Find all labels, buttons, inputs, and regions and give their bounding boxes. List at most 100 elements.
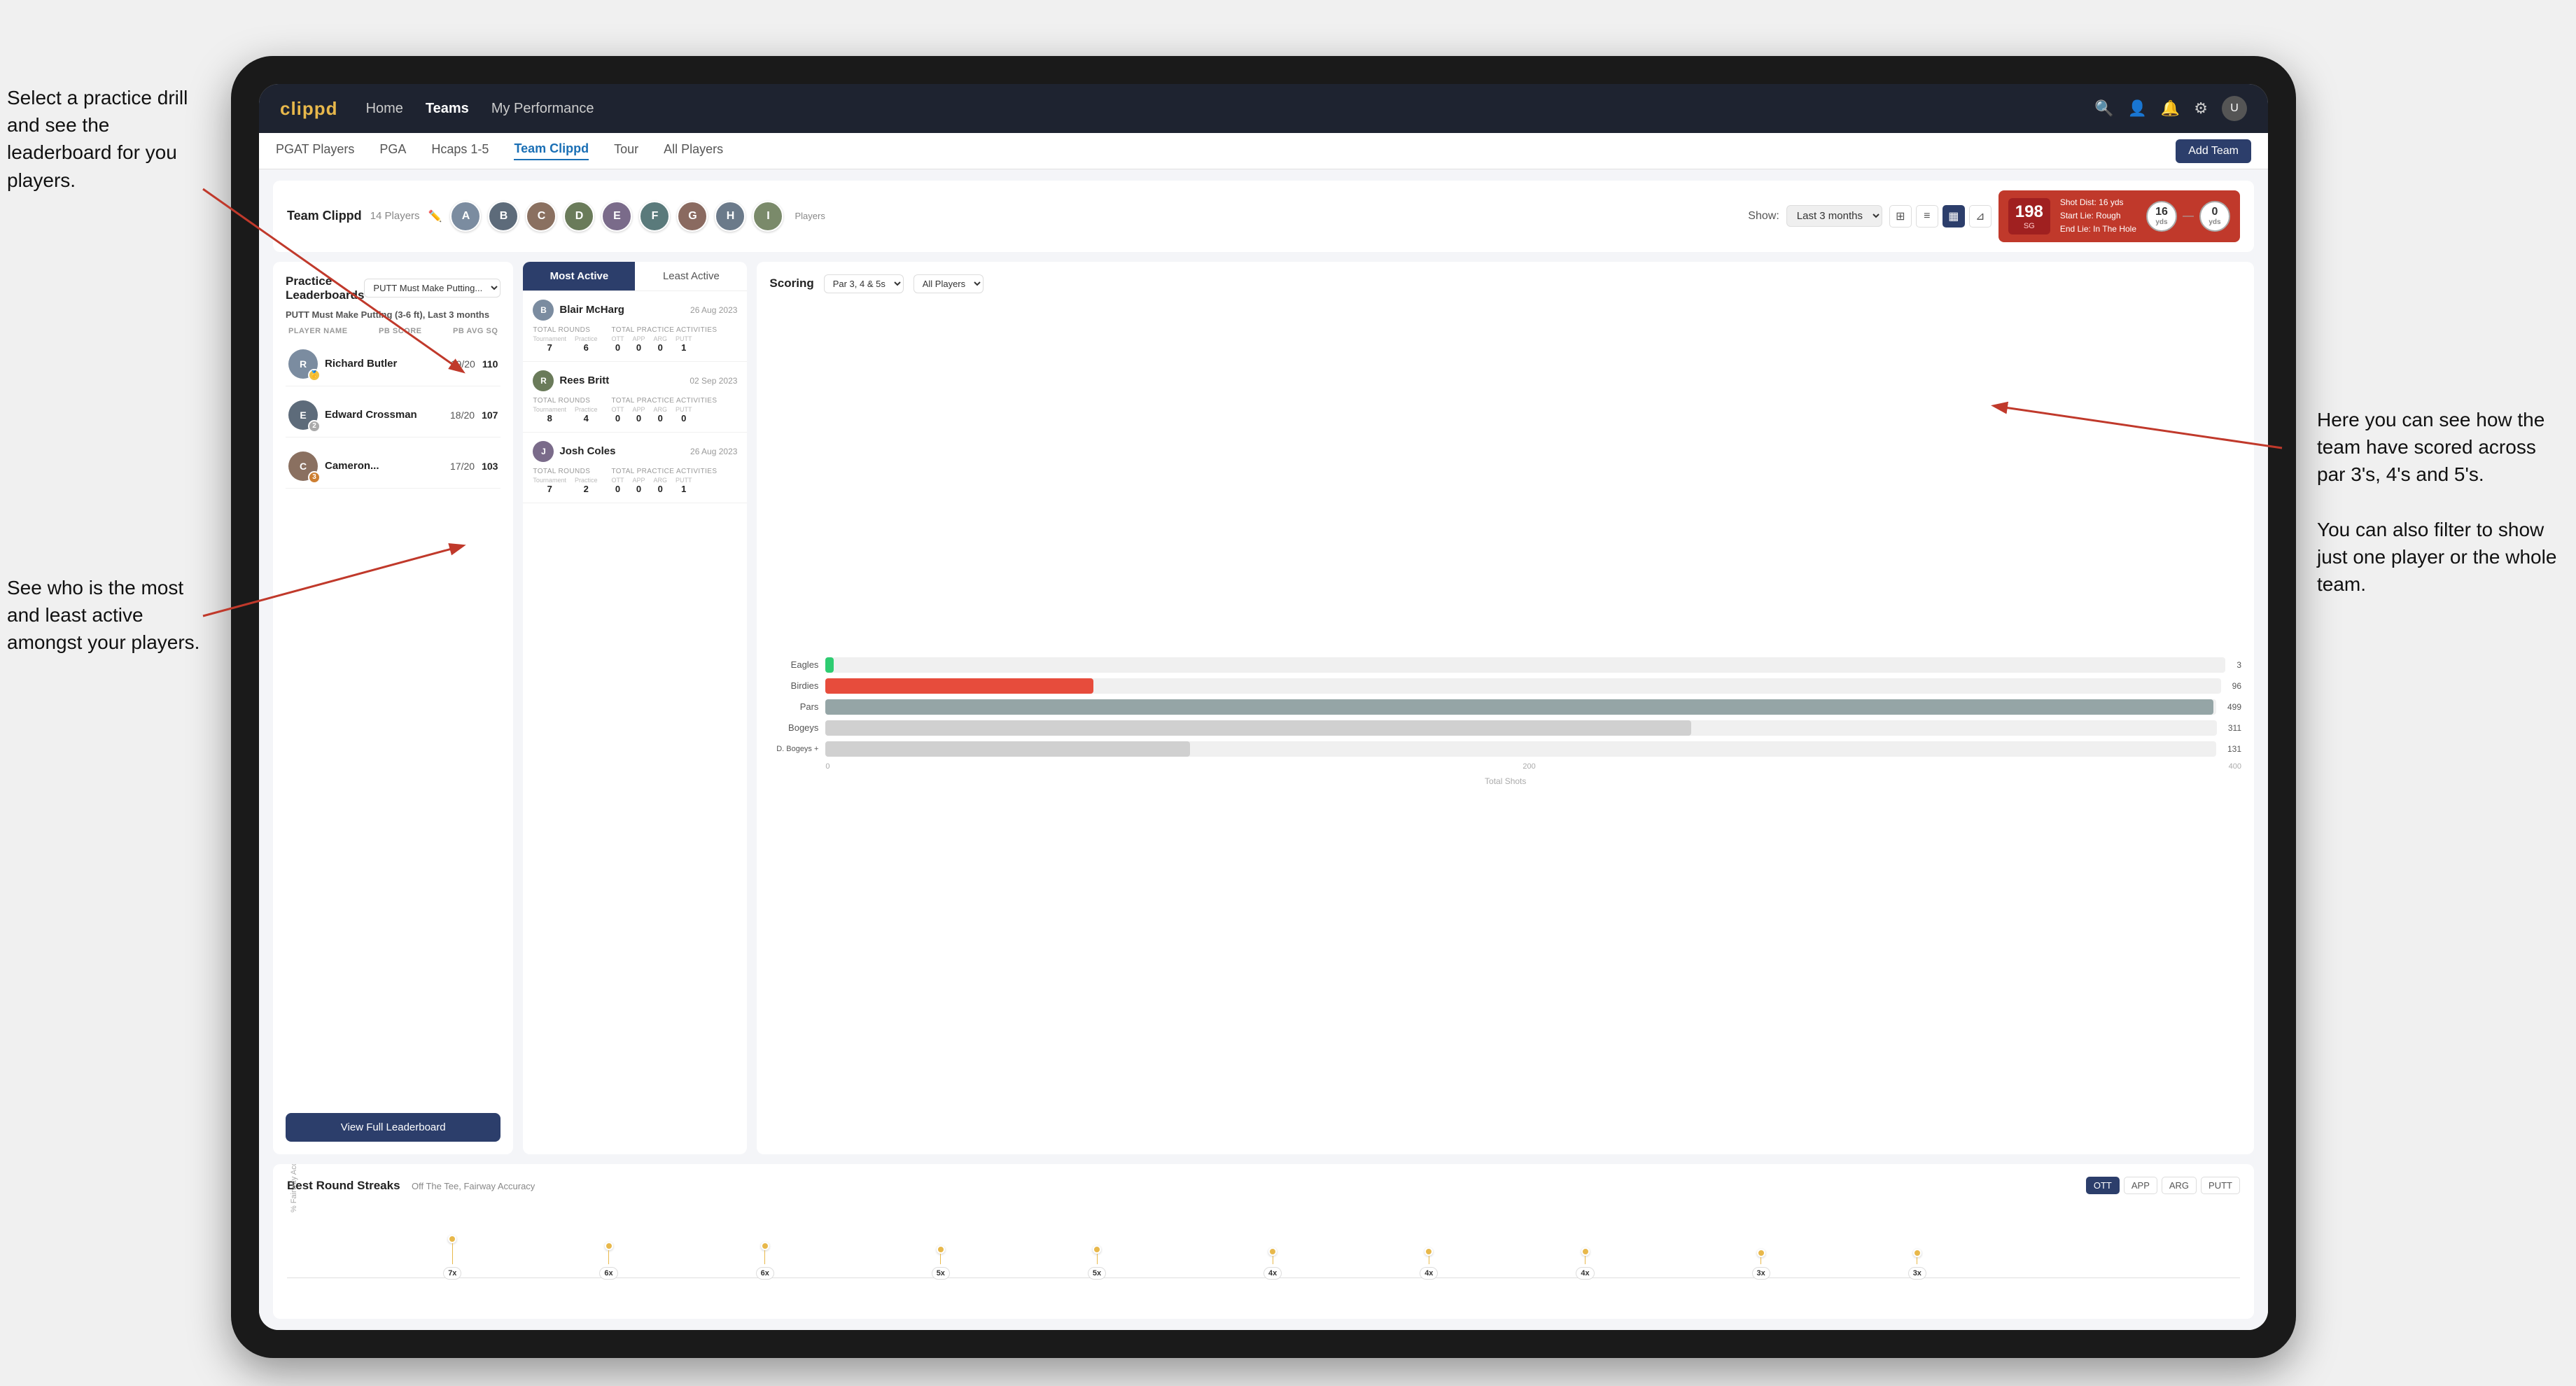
score-circle-left: 16 yds xyxy=(2146,201,2177,232)
lb-badge-2: 2 xyxy=(308,420,321,433)
bar-fill-dbogeys xyxy=(825,741,1189,757)
lb-badge-3: 3 xyxy=(308,471,321,484)
streak-dot-7 xyxy=(1424,1247,1433,1256)
streak-label-7: 4x xyxy=(1420,1267,1438,1280)
filter-btn[interactable]: ⊿ xyxy=(1969,205,1991,227)
streak-dot-5 xyxy=(1093,1245,1101,1254)
lb-name-3: Cameron... xyxy=(325,460,443,472)
player-2-avatar: R xyxy=(533,370,554,391)
scoring-title: Scoring xyxy=(769,276,813,290)
streak-chart: % Fairway Accuracy 7x 6x xyxy=(287,1201,2240,1306)
leaderboard-subtitle: PUTT Must Make Putting (3-6 ft), Last 3 … xyxy=(286,309,500,320)
player-avatar-4: D xyxy=(564,201,594,232)
bar-birdies: Birdies 96 xyxy=(769,678,2241,694)
team-title-row: Team Clippd 14 Players ✏️ A B C D E F G … xyxy=(287,201,825,232)
bell-icon[interactable]: 🔔 xyxy=(2161,99,2180,118)
player-3-date: 26 Aug 2023 xyxy=(690,447,737,456)
card-view-btn[interactable]: ▦ xyxy=(1942,205,1965,227)
scoring-par-filter[interactable]: Par 3, 4 & 5s xyxy=(824,274,904,293)
bar-fill-birdies xyxy=(825,678,1093,694)
bar-fill-pars xyxy=(825,699,2213,715)
streak-dot-8 xyxy=(1581,1247,1590,1256)
bar-pars: Pars 499 xyxy=(769,699,2241,715)
lb-col-score: PB SCORE xyxy=(379,327,421,335)
streak-label-1: 7x xyxy=(443,1267,461,1280)
bar-label-pars: Pars xyxy=(769,701,818,712)
streak-label-4: 5x xyxy=(932,1267,950,1280)
streak-point-10: 3x xyxy=(1908,1249,1926,1280)
score-highlight-box: 198 SG Shot Dist: 16 yds Start Lie: Roug… xyxy=(1998,190,2240,242)
lb-avatar-2: E 2 xyxy=(288,400,318,430)
ott-btn-arg[interactable]: ARG xyxy=(2162,1177,2197,1194)
view-leaderboard-button[interactable]: View Full Leaderboard xyxy=(286,1113,500,1142)
bar-val-bogeys: 311 xyxy=(2228,723,2241,733)
lb-row-1: R 🥇 Richard Butler 19/20 110 xyxy=(286,342,500,386)
best-round-streaks: Best Round Streaks Off The Tee, Fairway … xyxy=(273,1164,2254,1319)
nav-home[interactable]: Home xyxy=(366,101,403,117)
lb-badge-1: 🥇 xyxy=(308,369,321,382)
view-icons: ⊞ ≡ ▦ ⊿ xyxy=(1889,205,1991,227)
lb-avg-3: 103 xyxy=(482,461,498,472)
bar-eagles: Eagles 3 xyxy=(769,657,2241,673)
least-active-tab[interactable]: Least Active xyxy=(635,262,747,290)
settings-icon[interactable]: ⚙ xyxy=(2194,99,2208,118)
nav-teams[interactable]: Teams xyxy=(426,101,469,117)
ott-buttons: OTT APP ARG PUTT xyxy=(2086,1177,2240,1194)
lb-avg-2: 107 xyxy=(482,410,498,421)
annotation-top-left: Select a practice drill and see the lead… xyxy=(7,84,203,194)
leaderboard-title: Practice Leaderboards xyxy=(286,274,364,302)
bar-fill-bogeys xyxy=(825,720,1690,736)
nav-my-performance[interactable]: My Performance xyxy=(491,101,594,117)
subnav-all-players[interactable]: All Players xyxy=(664,142,723,160)
user-avatar[interactable]: U xyxy=(2222,96,2247,121)
subnav-team-clippd[interactable]: Team Clippd xyxy=(514,141,589,160)
player-1-avatar: B xyxy=(533,300,554,321)
grid-view-btn[interactable]: ⊞ xyxy=(1889,205,1912,227)
player-avatar-3: C xyxy=(526,201,556,232)
annotation-bottom-left: See who is the most and least active amo… xyxy=(7,574,203,657)
scoring-header: Scoring Par 3, 4 & 5s All Players xyxy=(769,274,2241,293)
player-2-header: R Rees Britt 02 Sep 2023 xyxy=(533,370,737,391)
chart-axis: 0 200 400 xyxy=(769,762,2241,771)
people-icon[interactable]: 👤 xyxy=(2127,99,2146,118)
nav-icons: 🔍 👤 🔔 ⚙ U xyxy=(2094,96,2247,121)
bar-track-bogeys xyxy=(825,720,2216,736)
bar-val-pars: 499 xyxy=(2227,702,2241,712)
streak-point-7: 4x xyxy=(1420,1247,1438,1280)
annotation-right: Here you can see how the team have score… xyxy=(2317,406,2569,598)
ott-btn-ott[interactable]: OTT xyxy=(2086,1177,2120,1194)
search-icon[interactable]: 🔍 xyxy=(2094,99,2113,118)
navbar: clippd Home Teams My Performance 🔍 👤 🔔 ⚙… xyxy=(259,84,2268,133)
lb-avg-1: 110 xyxy=(482,358,498,370)
subnav-hcaps[interactable]: Hcaps 1-5 xyxy=(431,142,489,160)
subnav: PGAT Players PGA Hcaps 1-5 Team Clippd T… xyxy=(259,133,2268,169)
subnav-pgat[interactable]: PGAT Players xyxy=(276,142,354,160)
practice-leaderboards-col: Practice Leaderboards PUTT Must Make Put… xyxy=(273,262,513,1154)
player-3-rounds: Total Rounds Tournament 7 Practice 2 xyxy=(533,468,597,494)
add-team-button[interactable]: Add Team xyxy=(2176,139,2251,163)
edit-icon[interactable]: ✏️ xyxy=(428,209,442,223)
streak-stem-4 xyxy=(940,1254,941,1264)
main-content: Team Clippd 14 Players ✏️ A B C D E F G … xyxy=(259,169,2268,1330)
ott-btn-putt[interactable]: PUTT xyxy=(2201,1177,2240,1194)
bar-label-bogeys: Bogeys xyxy=(769,722,818,733)
list-view-btn[interactable]: ≡ xyxy=(1916,205,1938,227)
streak-dot-6 xyxy=(1268,1247,1277,1256)
subnav-tour[interactable]: Tour xyxy=(614,142,638,160)
streak-stem-5 xyxy=(1097,1254,1098,1264)
player-3-stats: Total Rounds Tournament 7 Practice 2 xyxy=(533,468,737,494)
scoring-player-filter[interactable]: All Players xyxy=(913,274,983,293)
streak-point-8: 4x xyxy=(1576,1247,1594,1280)
most-active-tab[interactable]: Most Active xyxy=(523,262,635,290)
streak-dot-3 xyxy=(761,1242,769,1250)
ott-btn-app[interactable]: APP xyxy=(2124,1177,2157,1194)
streak-point-2: 6x xyxy=(599,1242,617,1280)
streak-point-1: 7x xyxy=(443,1235,461,1280)
score-circle-right: 0 yds xyxy=(2199,201,2230,232)
drill-dropdown[interactable]: PUTT Must Make Putting... xyxy=(364,279,500,298)
bar-track-pars xyxy=(825,699,2216,715)
subnav-pga[interactable]: PGA xyxy=(379,142,406,160)
activity-tabs: Most Active Least Active xyxy=(523,262,747,291)
nav-links: Home Teams My Performance xyxy=(366,101,2066,117)
show-period-select[interactable]: Last 3 months Last month Last 6 months xyxy=(1786,205,1882,227)
